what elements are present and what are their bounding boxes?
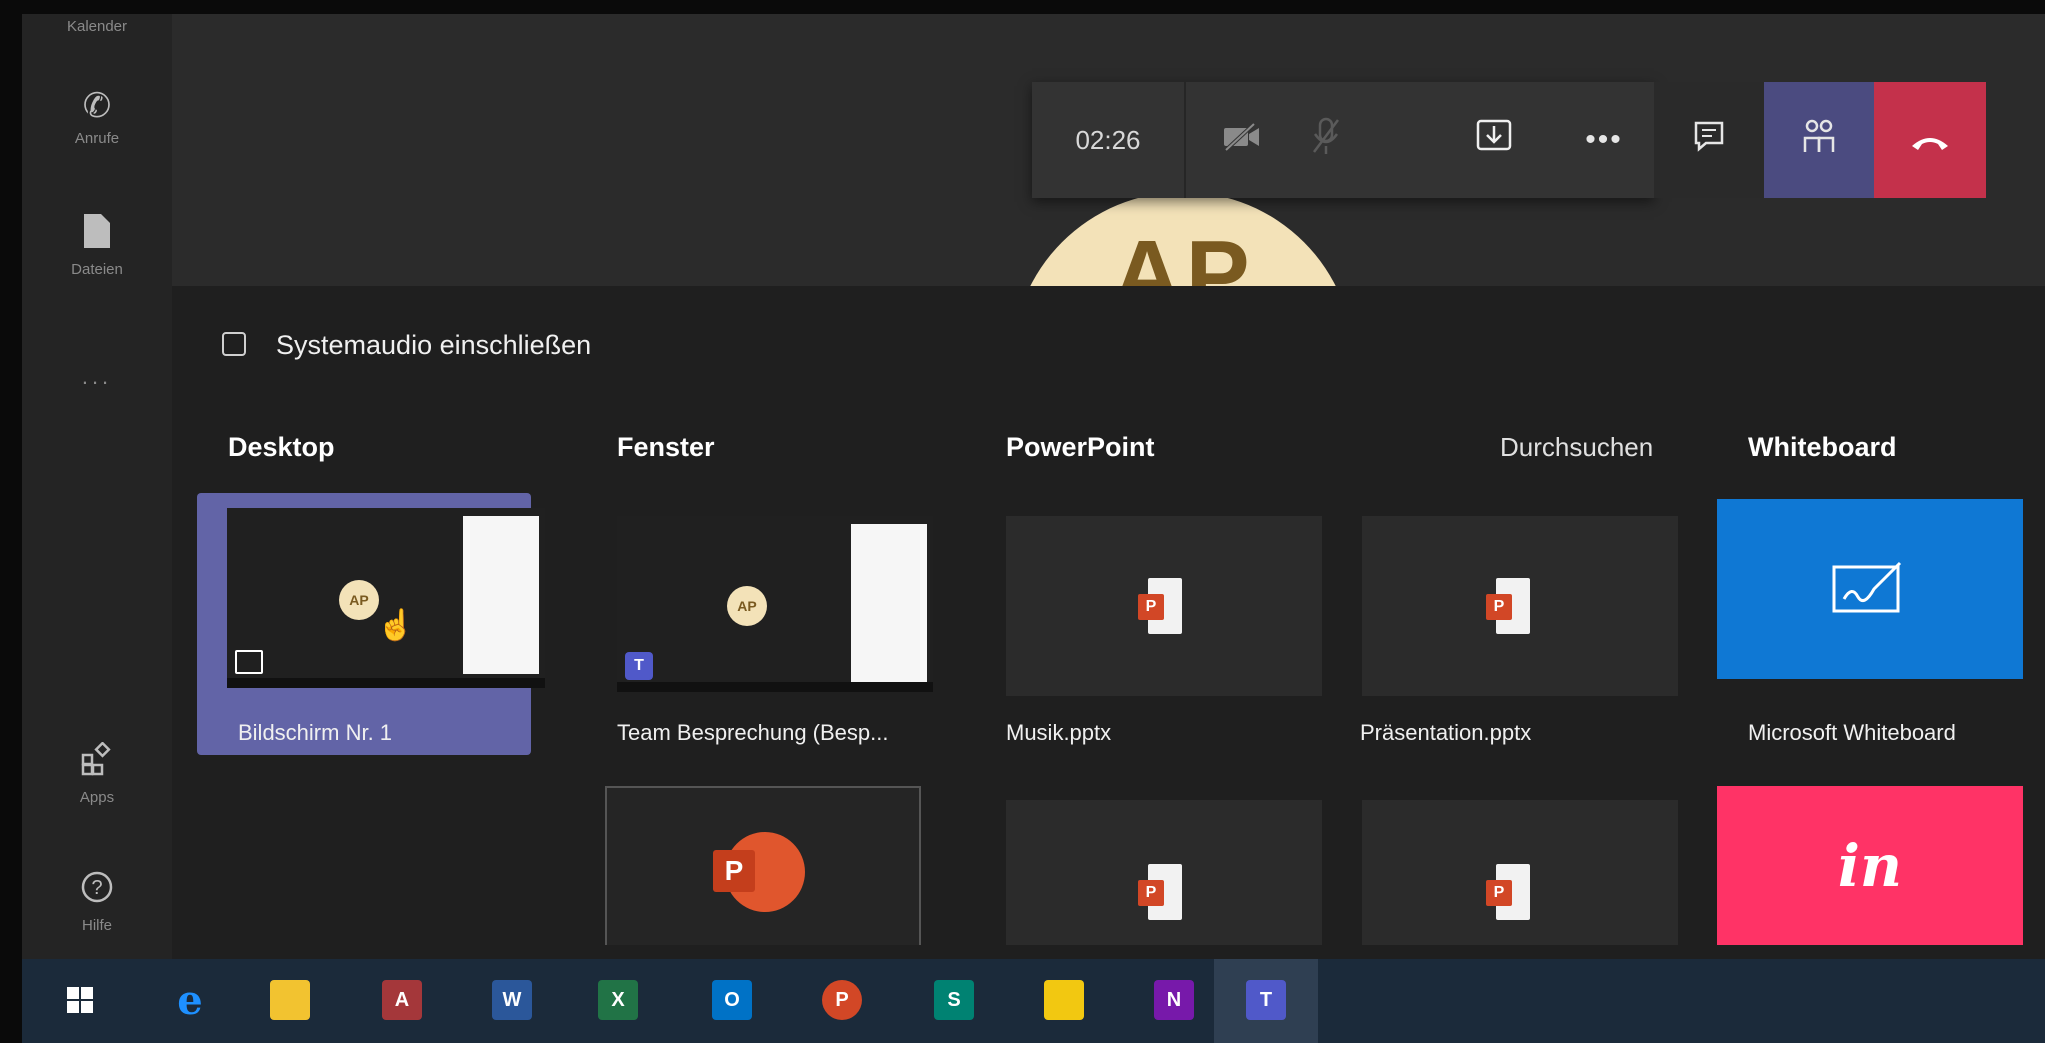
- app-rail: Kalender ✆ Anrufe Dateien ... Apps ? Hil…: [22, 14, 172, 959]
- help-icon: ?: [22, 870, 172, 911]
- desktop-screen-thumbnail: AP ☝: [227, 508, 545, 688]
- access-icon[interactable]: A: [382, 980, 422, 1020]
- system-audio-label: Systemaudio einschließen: [276, 330, 592, 360]
- browse-link[interactable]: Durchsuchen: [1500, 432, 1653, 463]
- whiteboard-item-label: Microsoft Whiteboard: [1748, 720, 1956, 745]
- invision-logo: in: [1837, 831, 1903, 900]
- rail-item-files[interactable]: Dateien: [22, 214, 172, 278]
- rail-item-label: Dateien: [71, 261, 123, 278]
- rail-item-calls[interactable]: ✆ Anrufe: [22, 88, 172, 147]
- apps-icon: [22, 741, 172, 783]
- edge-icon[interactable]: e: [170, 977, 210, 1024]
- ppt-tile-musik[interactable]: P: [1006, 516, 1322, 696]
- section-whiteboard-title: Whiteboard: [1748, 432, 1897, 462]
- onenote-icon[interactable]: N: [1154, 980, 1194, 1020]
- thumbnail-taskbar: [227, 678, 545, 688]
- window-tile-powerpoint[interactable]: P: [605, 786, 921, 945]
- rail-item-label: Apps: [79, 789, 115, 806]
- hang-up-icon: [1910, 119, 1950, 161]
- powerpoint-icon[interactable]: P: [822, 980, 862, 1020]
- rail-item-label: Hilfe: [81, 917, 112, 934]
- file-explorer-icon[interactable]: [270, 980, 310, 1020]
- whiteboard-icon: [1830, 559, 1910, 620]
- rail-item-label: Anrufe: [74, 130, 120, 147]
- power-bi-icon[interactable]: [1044, 980, 1084, 1020]
- hand-cursor-icon: ☝: [377, 609, 415, 642]
- rail-item-help[interactable]: ? Hilfe: [22, 870, 172, 934]
- thumbnail-avatar: AP: [339, 580, 379, 620]
- people-icon: [1801, 118, 1837, 163]
- svg-text:?: ?: [91, 877, 102, 899]
- hang-up-button[interactable]: [1874, 82, 1986, 198]
- ppt-tile-praesentation[interactable]: P: [1362, 516, 1678, 696]
- more-apps-button[interactable]: ...: [22, 364, 172, 390]
- desktop-item-label: Bildschirm Nr. 1: [238, 720, 393, 745]
- ppt-item-label: Musik.pptx: [1006, 720, 1112, 745]
- ppt-item-label: Präsentation.pptx: [1360, 720, 1532, 745]
- ppt-tile-3[interactable]: P: [1006, 800, 1322, 945]
- thumbnail-avatar: AP: [727, 586, 767, 626]
- thumbnail-panel: [463, 516, 539, 674]
- pptx-file-icon: P: [1486, 864, 1530, 920]
- powerpoint-letter: P: [713, 850, 755, 892]
- word-icon[interactable]: W: [492, 980, 532, 1020]
- system-audio-checkbox[interactable]: [222, 332, 246, 356]
- chat-icon: [1693, 119, 1725, 161]
- file-icon: [22, 214, 172, 255]
- pptx-file-icon: P: [1486, 578, 1530, 634]
- screen-share-icon: [235, 650, 263, 674]
- more-actions-button[interactable]: •••: [1562, 82, 1646, 198]
- excel-icon[interactable]: X: [598, 980, 638, 1020]
- camera-off-icon: [1222, 119, 1262, 161]
- section-desktop-title: Desktop: [228, 432, 335, 462]
- share-tray-icon: [1476, 119, 1512, 162]
- mic-off-icon: [1311, 116, 1341, 165]
- teams-app-icon: T: [625, 652, 653, 680]
- camera-toggle-button[interactable]: [1200, 82, 1284, 198]
- rail-item-calendar[interactable]: Kalender: [22, 18, 172, 35]
- windows-taskbar: e A W X O P S N T: [22, 959, 2045, 1043]
- teams-icon[interactable]: T: [1246, 980, 1286, 1020]
- ppt-tile-4[interactable]: P: [1362, 800, 1678, 945]
- chat-button[interactable]: [1654, 82, 1764, 198]
- pptx-file-icon: P: [1138, 864, 1182, 920]
- call-timer: 02:26: [1032, 82, 1186, 198]
- windows-start-icon[interactable]: [60, 980, 100, 1020]
- rail-item-apps[interactable]: Apps: [22, 741, 172, 806]
- thumbnail-panel: [851, 524, 927, 682]
- pptx-file-icon: P: [1138, 578, 1182, 634]
- thumbnail-taskbar: [617, 682, 933, 692]
- phone-icon: ✆: [82, 87, 112, 125]
- outlook-icon[interactable]: O: [712, 980, 752, 1020]
- more-icon: •••: [1585, 123, 1623, 156]
- section-window-title: Fenster: [617, 432, 715, 462]
- mic-toggle-button[interactable]: [1284, 82, 1368, 198]
- whiteboard-tile[interactable]: [1717, 499, 2023, 679]
- avatar-initials: AP: [1112, 221, 1254, 286]
- rail-item-label: Kalender: [66, 18, 128, 35]
- more-label: ...: [81, 364, 113, 389]
- sway-icon[interactable]: S: [934, 980, 974, 1020]
- invision-whiteboard-tile[interactable]: in: [1717, 786, 2023, 945]
- window-thumbnail[interactable]: AP T: [617, 516, 933, 692]
- share-tray-button[interactable]: [1452, 82, 1536, 198]
- participant-avatar: AP: [1012, 192, 1354, 286]
- participants-button[interactable]: [1764, 82, 1874, 198]
- window-item-label: Team Besprechung (Besp...: [617, 720, 889, 745]
- section-powerpoint-title: PowerPoint: [1006, 432, 1155, 462]
